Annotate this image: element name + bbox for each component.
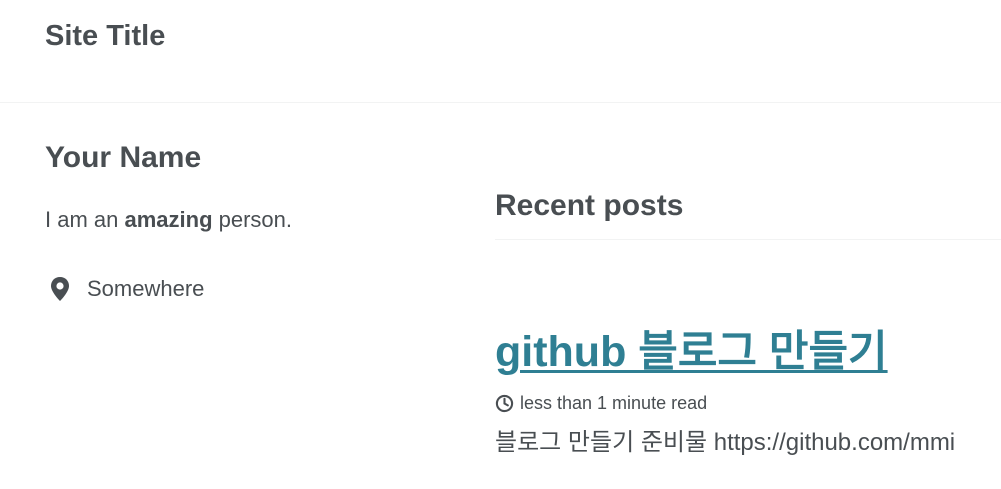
main-content: Recent posts github 블로그 만들기 less than 1 … (495, 184, 1001, 456)
site-title-link[interactable]: Site Title (45, 20, 165, 53)
author-name: Your Name (45, 141, 202, 174)
author-location-text: Somewhere (87, 276, 205, 301)
post-title-link[interactable]: github 블로그 만들기 (495, 324, 888, 380)
author-bio-bold: amazing (124, 207, 213, 232)
clock-icon (495, 394, 514, 413)
post-read-time: less than 1 minute read (520, 393, 708, 413)
recent-posts-title: Recent posts (495, 184, 1001, 240)
author-bio-prefix: I am an (45, 207, 125, 232)
author-bio: I am an amazing person. (45, 206, 445, 234)
post-meta: less than 1 minute read (495, 393, 707, 414)
author-location: Somewhere (45, 276, 204, 302)
masthead: Site Title (0, 0, 1001, 103)
author-sidebar: Your Name I am an amazing person. Somewh… (45, 138, 445, 301)
map-marker-icon (49, 276, 71, 302)
author-bio-suffix: person. (212, 207, 293, 232)
post-excerpt: 블로그 만들기 준비물 https://github.com/mmi (495, 429, 956, 456)
